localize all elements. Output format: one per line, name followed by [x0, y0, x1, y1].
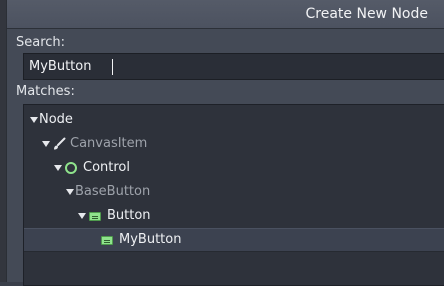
tree-item-label: Button — [107, 208, 151, 223]
expand-arrow-icon[interactable] — [66, 189, 74, 195]
tree-item-label: MyButton — [119, 232, 182, 247]
dialog-title: Create New Node — [305, 6, 429, 22]
create-new-node-dialog: Create New Node Search: Matches: Node Ca… — [6, 0, 444, 286]
expand-arrow-icon[interactable] — [42, 141, 50, 147]
expand-arrow-icon[interactable] — [54, 165, 62, 171]
control-circle-icon — [65, 162, 77, 174]
expand-arrow-icon[interactable] — [30, 117, 38, 123]
dialog-title-bar[interactable]: Create New Node — [7, 0, 444, 29]
tree-item-label: CanvasItem — [70, 136, 148, 151]
search-input[interactable] — [24, 54, 444, 79]
tree-item-label: Node — [39, 112, 73, 127]
button-icon — [101, 236, 113, 245]
tree-item-basebutton[interactable]: BaseButton — [24, 181, 444, 203]
tree-item-button[interactable]: Button — [24, 205, 444, 227]
button-icon — [89, 212, 101, 221]
tree-item-node[interactable]: Node — [24, 109, 444, 131]
tree-item-control[interactable]: Control — [24, 157, 444, 179]
tree-item-label: BaseButton — [75, 184, 151, 199]
search-label: Search: — [16, 35, 66, 50]
text-caret — [112, 59, 113, 75]
tree-item-mybutton[interactable]: MyButton — [24, 228, 444, 252]
tree-item-label: Control — [83, 160, 130, 175]
matches-label: Matches: — [16, 84, 75, 99]
expand-arrow-icon[interactable] — [78, 213, 86, 219]
search-field[interactable] — [23, 53, 444, 80]
matches-tree[interactable]: Node CanvasItem Control BaseButton Butto… — [23, 104, 444, 286]
tree-item-canvasitem[interactable]: CanvasItem — [24, 133, 444, 155]
brush-icon — [54, 137, 66, 150]
